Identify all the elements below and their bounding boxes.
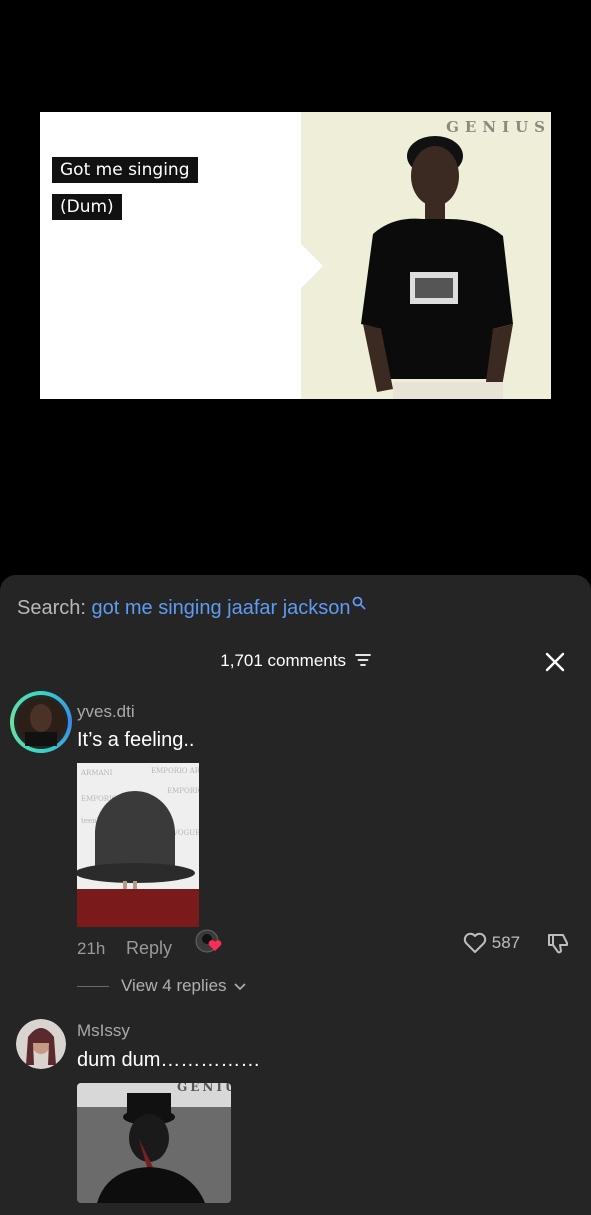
comment-item: yves.dti It’s a feeling.. ARMANI EMPORIO … (0, 689, 591, 1019)
comment-username[interactable]: MsIssy (77, 1021, 130, 1041)
avatar-story-ring[interactable] (10, 691, 72, 753)
heart-outline-icon (463, 932, 487, 953)
comment-timestamp: 21h (77, 939, 106, 958)
svg-text:EMPORIO ARMANI: EMPORIO ARMANI (151, 767, 199, 775)
filter-icon[interactable] (354, 652, 371, 672)
dislike-icon[interactable] (546, 931, 572, 960)
search-icon (352, 593, 366, 616)
creator-liked-icon (195, 929, 223, 960)
video-frame[interactable]: Got me singing (Dum) GENIUS (40, 112, 551, 399)
comment-text: It’s a feeling.. (77, 729, 195, 751)
comment-item: MsIssy dum dum…………… GENIU (0, 1015, 591, 1215)
video-panel-notch (301, 244, 323, 288)
lyric-caption-line-2: (Dum) (52, 194, 122, 220)
like-button[interactable]: 587 (463, 932, 520, 954)
search-label: Search: (17, 597, 86, 619)
comments-count: 1,701 comments (220, 651, 346, 670)
comment-username[interactable]: yves.dti (77, 702, 135, 722)
like-count: 587 (491, 933, 521, 952)
person-illustration (361, 136, 513, 399)
lyric-caption-line-1: Got me singing (52, 157, 198, 183)
svg-text:EMPORIO: EMPORIO (167, 787, 199, 795)
close-icon[interactable] (545, 652, 565, 677)
reply-button[interactable]: Reply (126, 938, 172, 959)
svg-text:ARMANI: ARMANI (80, 769, 113, 777)
view-replies-button[interactable]: View 4 replies (77, 976, 246, 996)
avatar (17, 698, 65, 746)
replies-divider (77, 986, 109, 988)
comment-image-art (77, 1083, 231, 1203)
image-watermark: GENIU (177, 1083, 231, 1094)
search-query-link[interactable]: got me singing jaafar jackson (92, 597, 351, 619)
avatar[interactable] (16, 1019, 66, 1069)
comments-header: 1,701 comments (0, 651, 591, 672)
comment-image[interactable]: GENIU (77, 1083, 231, 1203)
comment-image[interactable]: ARMANIEMPORIO ARMANI EMPORIOEMPORIO teen… (77, 763, 199, 927)
view-replies-label: View 4 replies (121, 976, 227, 995)
chevron-down-icon (234, 982, 246, 990)
comments-sheet: Search: got me singing jaafar jackson 1,… (0, 575, 591, 1215)
search-suggestion[interactable]: Search: got me singing jaafar jackson (17, 596, 366, 620)
svg-text:VOGUE: VOGUE (172, 829, 199, 837)
comment-text: dum dum…………… (77, 1049, 261, 1071)
